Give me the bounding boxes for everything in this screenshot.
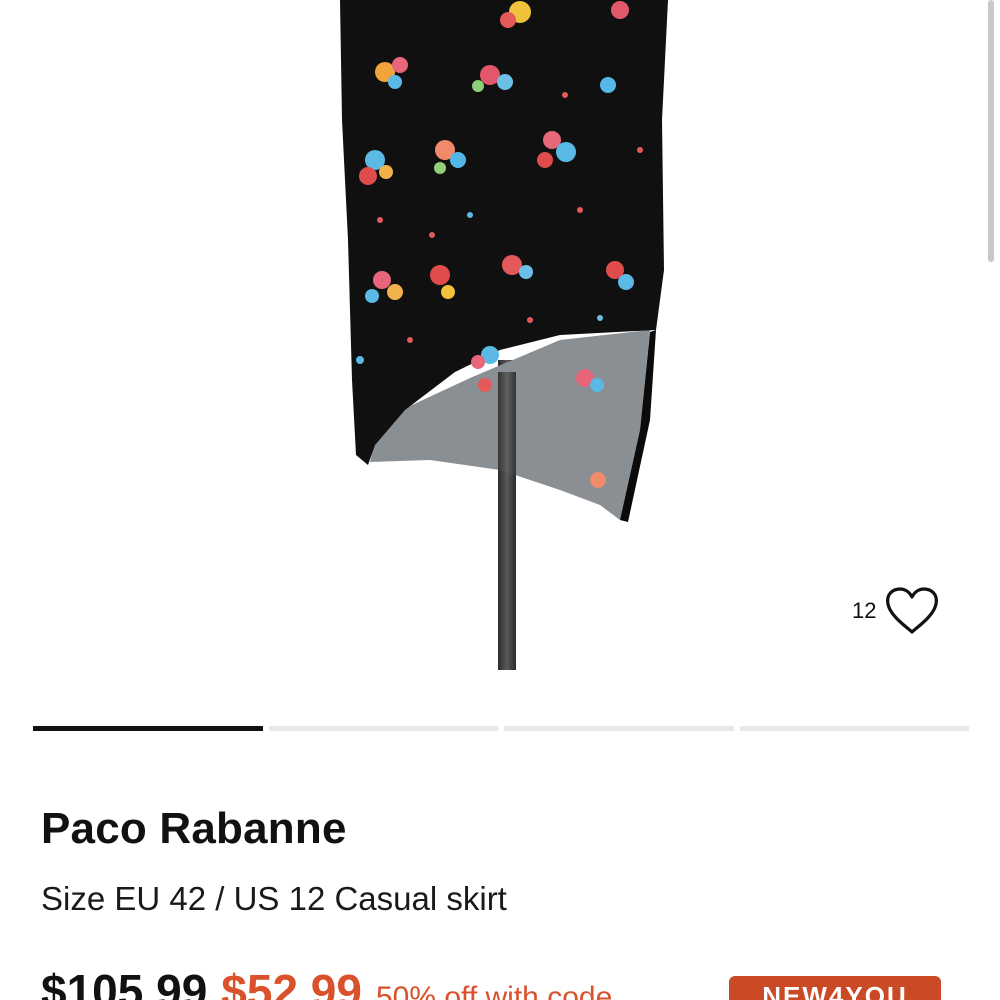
- promo-code-badge[interactable]: NEW4YOU: [729, 976, 941, 1000]
- favorite-count: 12: [852, 598, 877, 623]
- price-row: $105.99 $52.99 50% off with code: [41, 964, 612, 1000]
- product-page: 12 Paco Rabanne Size EU 42 / US 12 Casua…: [0, 0, 1000, 1000]
- product-image[interactable]: [0, 0, 1000, 700]
- skirt-photo: [340, 0, 668, 670]
- discount-text: 50% off with code: [375, 981, 613, 1000]
- price-sale: $52.99: [221, 965, 362, 1000]
- scrollbar[interactable]: [988, 0, 994, 262]
- carousel-indicator-4[interactable]: [739, 726, 969, 731]
- favorite-button[interactable]: 12: [852, 584, 940, 638]
- heart-outline-icon[interactable]: [884, 586, 940, 636]
- carousel-indicator-1[interactable]: [33, 726, 263, 731]
- price-original: $105.99: [41, 965, 208, 1000]
- carousel-indicator-3[interactable]: [504, 726, 734, 731]
- product-brand[interactable]: Paco Rabanne: [41, 804, 347, 854]
- image-carousel-indicators: [33, 726, 969, 731]
- carousel-indicator-2[interactable]: [268, 726, 498, 731]
- product-description: Size EU 42 / US 12 Casual skirt: [41, 880, 507, 917]
